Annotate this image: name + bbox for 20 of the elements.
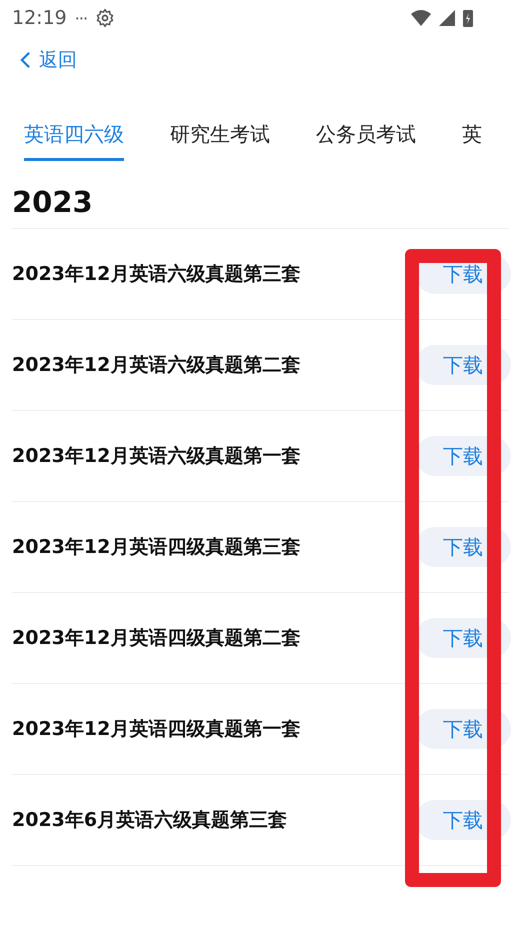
settings-icon: [95, 8, 116, 28]
paper-title: 2023年12月英语六级真题第三套: [12, 262, 300, 287]
category-tab[interactable]: 英: [462, 121, 482, 161]
chevron-left-icon: [20, 51, 31, 69]
paper-title: 2023年12月英语六级真题第二套: [12, 353, 300, 378]
paper-title: 2023年12月英语四级真题第三套: [12, 535, 300, 560]
battery-icon: [463, 9, 473, 27]
back-button[interactable]: 返回: [20, 47, 77, 73]
more-dots: ···: [74, 8, 88, 28]
status-time: 12:19: [12, 7, 67, 29]
signal-icon: [439, 10, 455, 26]
category-tab[interactable]: 研究生考试: [170, 121, 270, 161]
category-tab[interactable]: 公务员考试: [316, 121, 416, 161]
category-tab[interactable]: 英语四六级: [24, 121, 124, 161]
paper-title: 2023年6月英语六级真题第三套: [12, 808, 288, 833]
paper-title: 2023年12月英语六级真题第一套: [12, 444, 300, 469]
year-heading: 2023: [11, 184, 94, 221]
paper-title: 2023年12月英语四级真题第二套: [12, 626, 300, 651]
paper-title: 2023年12月英语四级真题第一套: [12, 717, 300, 742]
wifi-icon: [411, 10, 431, 26]
